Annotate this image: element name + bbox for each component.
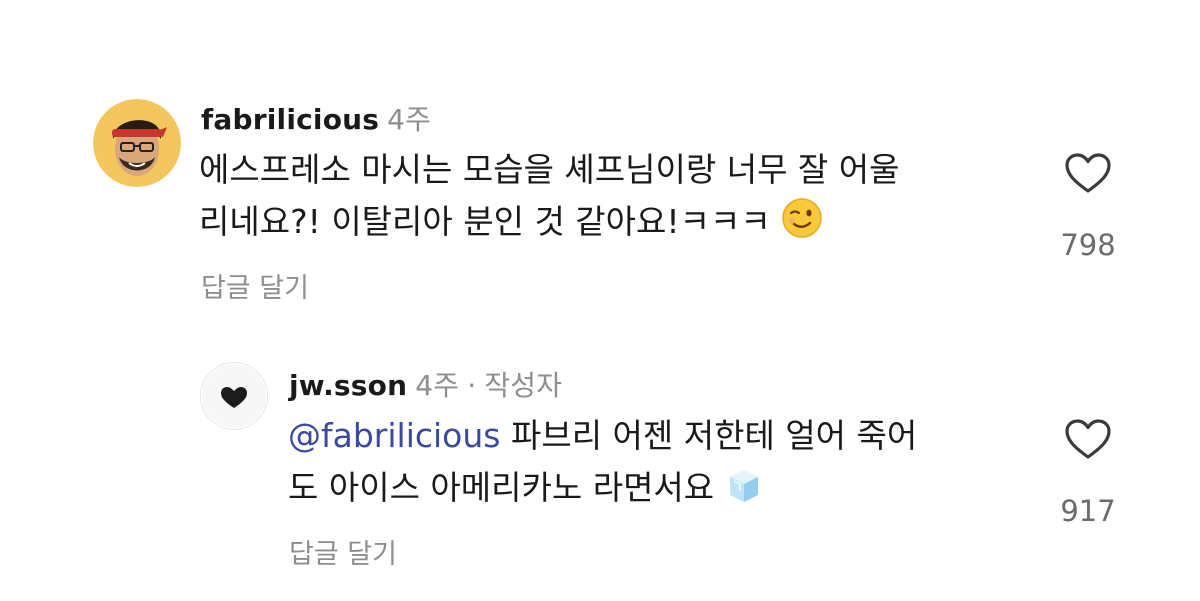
reply-button[interactable]: 답글 달기 — [201, 266, 309, 305]
comment-author[interactable]: fabrilicious 4주 — [201, 98, 431, 138]
avatar[interactable] — [93, 99, 181, 187]
chef-avatar-icon — [93, 99, 181, 187]
comment-text: @fabrilicious 파브리 어젠 저한테 얼어 죽어 도 아이스 아메리… — [288, 410, 917, 520]
heart-icon[interactable] — [1033, 152, 1143, 198]
comment-text-segment: 도 아이스 아메리카노 라면서요 — [288, 468, 715, 507]
like-group: 798 — [1033, 152, 1143, 262]
like-count: 798 — [1060, 228, 1116, 262]
heart-logo-icon — [202, 364, 266, 428]
username[interactable]: jw.sson — [289, 369, 407, 402]
comment-text-line: 에스프레소 마시는 모습을 셰프님이랑 너무 잘 어울 — [199, 150, 900, 189]
ice-cube-icon — [724, 465, 764, 520]
mention-link[interactable]: @fabrilicious — [288, 416, 500, 455]
like-group: 917 — [1033, 418, 1143, 528]
meta-separator: · — [467, 369, 477, 402]
author-badge: 작성자 — [484, 369, 563, 402]
comment-text-line: @fabrilicious 파브리 어젠 저한테 얼어 죽어 — [288, 410, 917, 462]
heart-icon[interactable] — [1033, 418, 1143, 464]
winking-face-icon — [781, 197, 823, 254]
reply-button[interactable]: 답글 달기 — [289, 532, 397, 571]
comment-author[interactable]: jw.sson 4주 · 작성자 — [289, 364, 562, 404]
comment-text-segment: 리네요?! 이탈리아 분인 것 같아요!ㅋㅋㅋ — [199, 202, 771, 241]
comment-time: 4주 — [415, 369, 460, 402]
like-count: 917 — [1060, 494, 1116, 528]
avatar[interactable] — [200, 362, 268, 430]
comment-text: 에스프레소 마시는 모습을 셰프님이랑 너무 잘 어울 리네요?! 이탈리아 분… — [199, 144, 900, 254]
comment-text-segment: 파브리 어젠 저한테 얼어 죽어 — [500, 416, 918, 455]
comment-text-line: 리네요?! 이탈리아 분인 것 같아요!ㅋㅋㅋ — [199, 196, 900, 254]
username[interactable]: fabrilicious — [201, 103, 379, 136]
comment-text-line: 도 아이스 아메리카노 라면서요 — [288, 462, 917, 520]
comment-time: 4주 — [387, 103, 432, 136]
